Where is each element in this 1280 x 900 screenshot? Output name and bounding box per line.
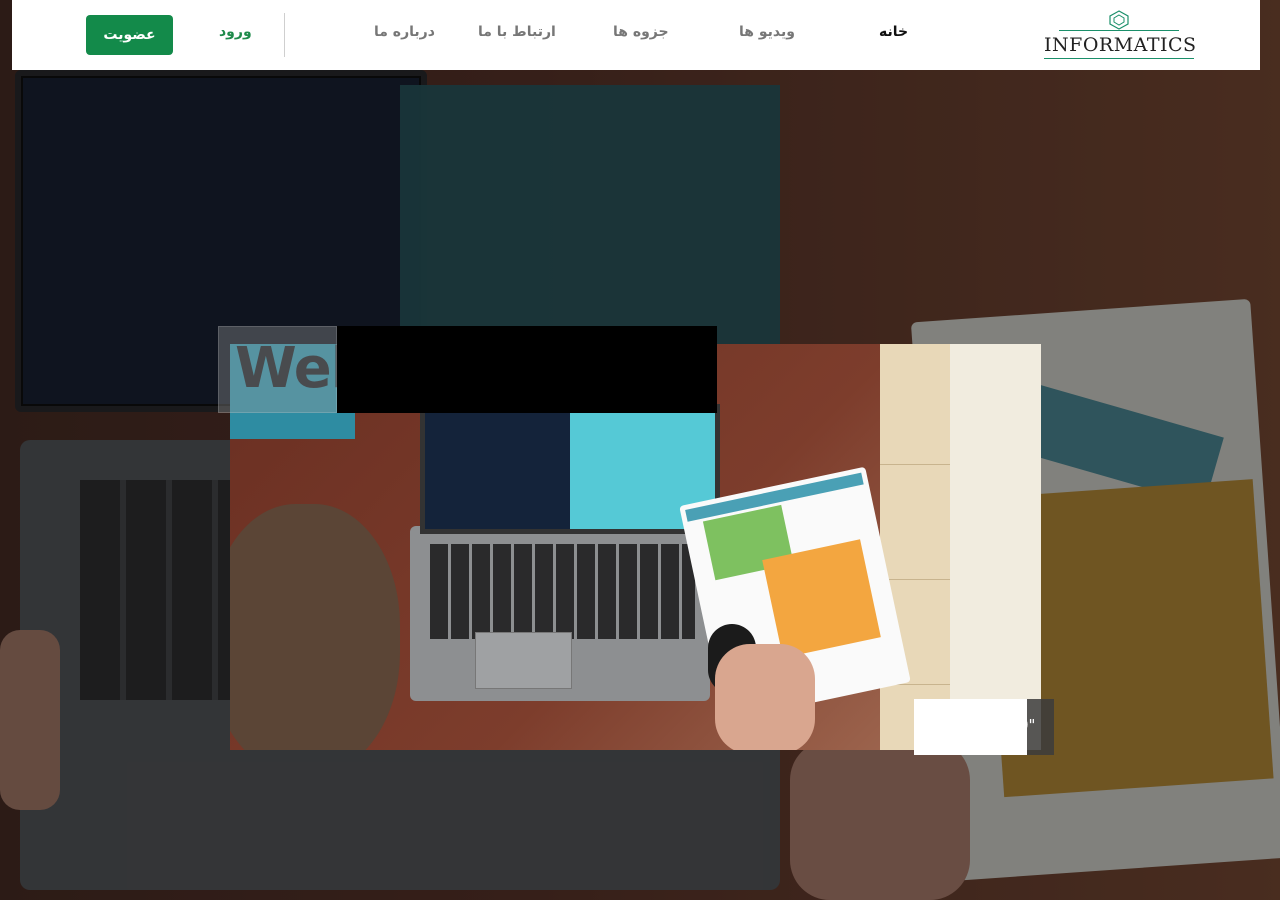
lightbox-caption-box: [218, 326, 337, 413]
photo-student-head: [230, 504, 400, 750]
redacted-block: [337, 326, 717, 413]
redacted-white-block: [914, 699, 1027, 755]
hexagon-logo-icon: [1109, 10, 1129, 30]
logo-top-line: [1059, 30, 1179, 31]
nav-contact[interactable]: ارتباط با ما: [478, 24, 556, 40]
nav-about[interactable]: درباره ما: [374, 24, 435, 40]
login-link[interactable]: ورود: [219, 24, 252, 40]
logo-bottom-line: [1044, 58, 1194, 59]
logo-text: INFORMATICS: [1044, 34, 1197, 56]
nav-booklets[interactable]: جزوه ها: [613, 24, 669, 40]
site-header: INFORMATICS خانه ویدیو ها جزوه ها ارتباط…: [12, 0, 1260, 70]
photo-hand: [715, 644, 815, 750]
nav-divider: [284, 13, 285, 57]
signup-button[interactable]: عضویت: [86, 15, 173, 55]
nav-videos[interactable]: ویدیو ها: [739, 24, 795, 40]
nav-home[interactable]: خانه: [879, 24, 908, 40]
site-logo[interactable]: INFORMATICS: [1044, 10, 1197, 59]
photo-laptop-screen: [420, 404, 720, 534]
